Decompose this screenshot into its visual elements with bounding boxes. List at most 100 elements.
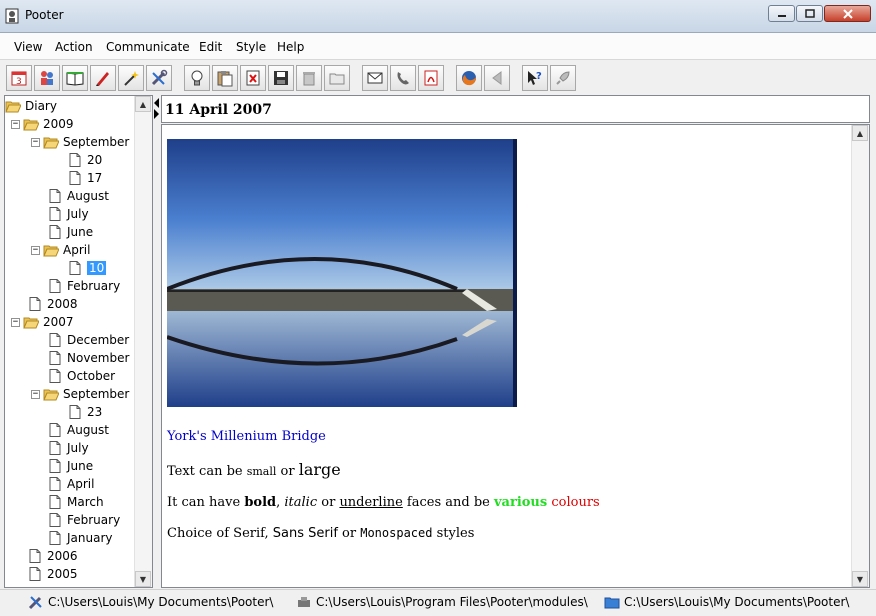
- tree-node-label: March: [67, 495, 104, 509]
- tree-node-root[interactable]: Diary: [5, 97, 57, 115]
- tree-node-label: June: [67, 459, 94, 473]
- tree-node-label: April: [67, 477, 95, 491]
- document-icon: [47, 279, 63, 293]
- tree-node-y2008[interactable]: 2008: [27, 295, 78, 313]
- collapse-toggle-icon[interactable]: −: [31, 137, 40, 147]
- text-run: Text can be: [167, 464, 247, 479]
- book-button[interactable]: [62, 65, 88, 91]
- phone-icon: [397, 72, 409, 85]
- scroll-up-button[interactable]: ▲: [852, 125, 868, 141]
- tree-node-label: February: [67, 513, 121, 527]
- tree-node-y2005[interactable]: 2005: [27, 565, 78, 583]
- maximize-button[interactable]: [796, 5, 823, 22]
- tree-node-oct07[interactable]: October: [47, 367, 115, 385]
- collapse-left-icon[interactable]: [154, 98, 159, 108]
- tree-node-label: September: [63, 387, 130, 401]
- scroll-up-button[interactable]: ▲: [135, 96, 151, 112]
- tree-node-jul09[interactable]: July: [47, 205, 89, 223]
- tree-node-nov07[interactable]: November: [47, 349, 129, 367]
- paste-button[interactable]: [212, 65, 238, 91]
- tree-node-label: July: [67, 441, 89, 455]
- delete-doc-button[interactable]: [240, 65, 266, 91]
- people-button[interactable]: [34, 65, 60, 91]
- menu-action[interactable]: Action: [55, 40, 93, 54]
- tree-node-jul07[interactable]: July: [47, 439, 89, 457]
- status-folder-path: C:\Users\Louis\My Documents\Pooter\: [604, 592, 849, 612]
- close-button[interactable]: [824, 5, 871, 22]
- tree-node-dec07[interactable]: December: [47, 331, 129, 349]
- launch-button[interactable]: [550, 65, 576, 91]
- tree-node-label: October: [67, 369, 116, 383]
- tree-node-jun07[interactable]: June: [47, 457, 93, 475]
- tip-button[interactable]: [184, 65, 210, 91]
- document-icon: [47, 495, 63, 509]
- menu-communicate[interactable]: Communicate: [106, 40, 190, 54]
- tree-node-mar07[interactable]: March: [47, 493, 104, 511]
- tree-node-d10[interactable]: 10: [67, 259, 107, 277]
- tree-node-sep07[interactable]: − September: [31, 385, 129, 403]
- tree-node-d17[interactable]: 17: [67, 169, 102, 187]
- wand-button[interactable]: [118, 65, 144, 91]
- tools-button[interactable]: [146, 65, 172, 91]
- tree-node-sep09[interactable]: − September: [31, 133, 129, 151]
- pen-icon: [96, 72, 109, 86]
- menu-style[interactable]: Style: [236, 40, 266, 54]
- tree-node-label: November: [67, 351, 130, 365]
- maximize-icon: [804, 9, 815, 18]
- entry-header: 11 April 2007: [161, 95, 870, 123]
- open-folder-icon: [23, 315, 39, 329]
- back-button[interactable]: [484, 65, 510, 91]
- document-scrollbar[interactable]: ▲ ▼: [851, 125, 869, 587]
- help-button[interactable]: ?: [522, 65, 548, 91]
- scroll-down-button[interactable]: ▼: [135, 571, 151, 587]
- minimize-button[interactable]: [768, 5, 795, 22]
- tree-node-y2006[interactable]: 2006: [27, 547, 78, 565]
- tree-node-apr07[interactable]: April: [47, 475, 94, 493]
- tree-node-jan07[interactable]: January: [47, 529, 113, 547]
- pane-splitter[interactable]: [153, 95, 161, 588]
- scroll-down-button[interactable]: ▼: [852, 571, 868, 587]
- calendar-button[interactable]: 3: [6, 65, 32, 91]
- tree-node-feb09[interactable]: February: [47, 277, 120, 295]
- tree-node-d20[interactable]: 20: [67, 151, 102, 169]
- phone-button[interactable]: [390, 65, 416, 91]
- pdf-button[interactable]: [418, 65, 444, 91]
- plugin-icon: [298, 597, 310, 607]
- collapse-toggle-icon[interactable]: −: [31, 245, 40, 255]
- text-run: or: [317, 495, 340, 510]
- document-icon: [47, 351, 63, 365]
- tree-node-jun09[interactable]: June: [47, 223, 93, 241]
- text-run: Choice of Serif,: [167, 526, 273, 541]
- wand-icon: [124, 71, 139, 86]
- tree-node-y2009[interactable]: − 2009: [11, 115, 74, 133]
- tree-node-d23[interactable]: 23: [67, 403, 102, 421]
- menu-help[interactable]: Help: [277, 40, 304, 54]
- rocket-icon: [556, 71, 570, 85]
- tree-node-label: August: [67, 423, 109, 437]
- collapse-toggle-icon[interactable]: −: [31, 389, 40, 399]
- tree-node-feb07[interactable]: February: [47, 511, 120, 529]
- tree-node-label: July: [67, 207, 89, 221]
- entry-document[interactable]: York's Millenium Bridge Text can be smal…: [161, 124, 870, 588]
- trash-button[interactable]: [296, 65, 322, 91]
- size-paragraph: Text can be small or large: [167, 460, 600, 479]
- tree-node-y2007[interactable]: − 2007: [11, 313, 74, 331]
- menu-view[interactable]: View: [14, 40, 42, 54]
- collapse-toggle-icon[interactable]: −: [11, 317, 20, 327]
- tree-scrollbar[interactable]: ▲ ▼: [134, 96, 152, 587]
- save-button[interactable]: [268, 65, 294, 91]
- browser-button[interactable]: [456, 65, 482, 91]
- red-text: colours: [551, 495, 600, 510]
- tree-node-aug07[interactable]: August: [47, 421, 109, 439]
- menu-edit[interactable]: Edit: [199, 40, 222, 54]
- collapse-toggle-icon[interactable]: −: [11, 119, 20, 129]
- help-icon: ?: [528, 71, 542, 85]
- mail-button[interactable]: [362, 65, 388, 91]
- tree-node-apr09[interactable]: − April: [31, 241, 90, 259]
- tree-node-aug09[interactable]: August: [47, 187, 109, 205]
- expand-left-icon[interactable]: [154, 109, 159, 119]
- document-icon: [47, 189, 63, 203]
- pen-button[interactable]: [90, 65, 116, 91]
- entry-content[interactable]: York's Millenium Bridge Text can be smal…: [167, 139, 600, 541]
- folder-button[interactable]: [324, 65, 350, 91]
